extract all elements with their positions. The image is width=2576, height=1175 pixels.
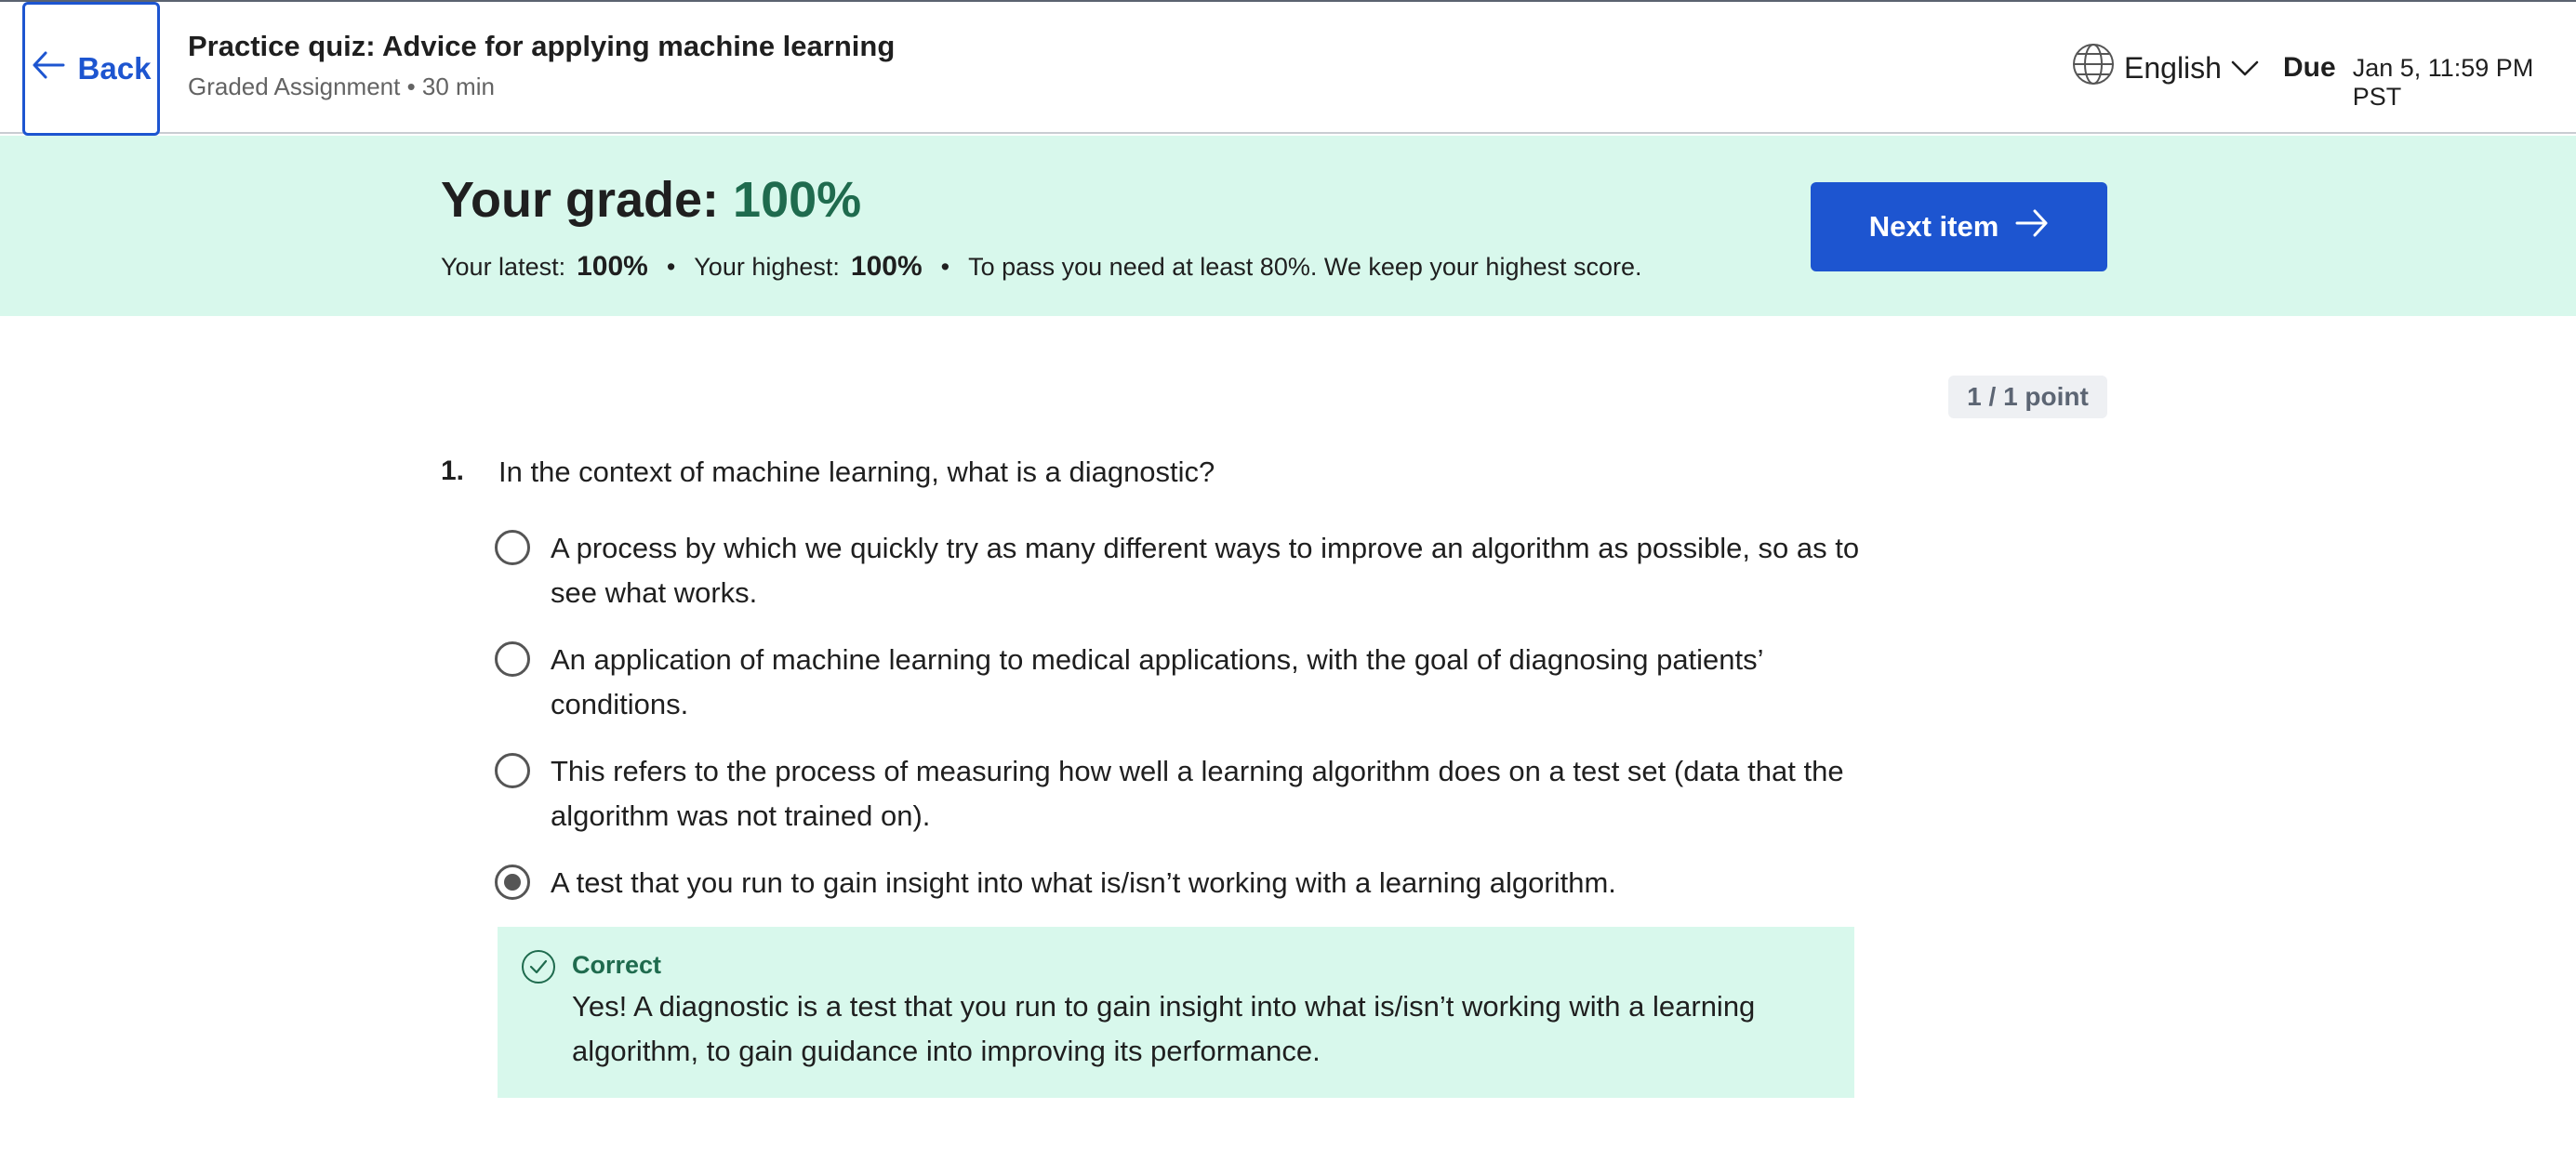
radio-button[interactable] [495,530,530,565]
radio-button[interactable] [495,753,530,788]
radio-button-selected[interactable] [495,865,530,900]
quiz-subtitle: Graded Assignment • 30 min [188,73,495,100]
globe-icon [2072,43,2115,93]
option-text: A process by which we quickly try as man… [551,532,1860,609]
grade-summary: Your latest: 100% • Your highest: 100% •… [441,251,1642,283]
pass-requirement: To pass you need at least 80%. We keep y… [968,253,1642,281]
separator-dot: • [666,253,676,281]
question-number: 1. [441,455,465,486]
arrow-right-icon [2015,208,2049,245]
option-text: A test that you run to gain insight into… [551,866,1616,899]
due-label: Due [2283,52,2336,83]
next-item-label: Next item [1868,210,1999,243]
chevron-down-icon [2231,51,2259,86]
separator-dot: • [940,253,950,281]
due-value: Jan 5, 11:59 PM PST [2352,54,2534,111]
language-label: English [2124,50,2222,85]
answer-option-selected[interactable]: A test that you run to gain insight into… [495,861,1862,905]
feedback-panel: Correct Yes! A diagnostic is a test that… [498,927,1854,1098]
quiz-title: Practice quiz: Advice for applying machi… [188,30,896,62]
arrow-left-icon [32,50,65,87]
back-label: Back [77,51,152,86]
highest-label: Your highest: [694,253,840,281]
option-text: This refers to the process of measuring … [551,755,1844,832]
highest-value: 100% [850,251,923,282]
feedback-text: Yes! A diagnostic is a test that you run… [572,990,1756,1067]
answer-option[interactable]: A process by which we quickly try as man… [495,526,1862,615]
answer-option[interactable]: An application of machine learning to me… [495,638,1862,727]
due-date: Due Jan 5, 11:59 PM PST [2283,52,2576,112]
quiz-title-block: Practice quiz: Advice for applying machi… [188,30,895,101]
check-circle-icon [521,949,556,989]
latest-label: Your latest: [441,253,566,281]
grade-title: Your grade: 100% [441,171,861,229]
latest-value: 100% [577,251,648,282]
top-bar: Back Practice quiz: Advice for applying … [0,0,2576,136]
grade-banner: Your grade: 100% Your latest: 100% • You… [0,136,2576,316]
language-selector[interactable]: English [2072,43,2259,93]
grade-value: 100% [733,172,862,228]
option-text: An application of machine learning to me… [551,643,1763,720]
grade-title-prefix: Your grade: [441,172,734,228]
feedback-status: Correct [572,951,662,979]
radio-button[interactable] [495,641,530,677]
answer-option[interactable]: This refers to the process of measuring … [495,749,1862,838]
back-button[interactable]: Back [22,2,160,136]
next-item-button[interactable]: Next item [1811,182,2107,271]
question-text: In the context of machine learning, what… [498,455,1215,488]
points-badge: 1 / 1 point [1948,376,2107,418]
